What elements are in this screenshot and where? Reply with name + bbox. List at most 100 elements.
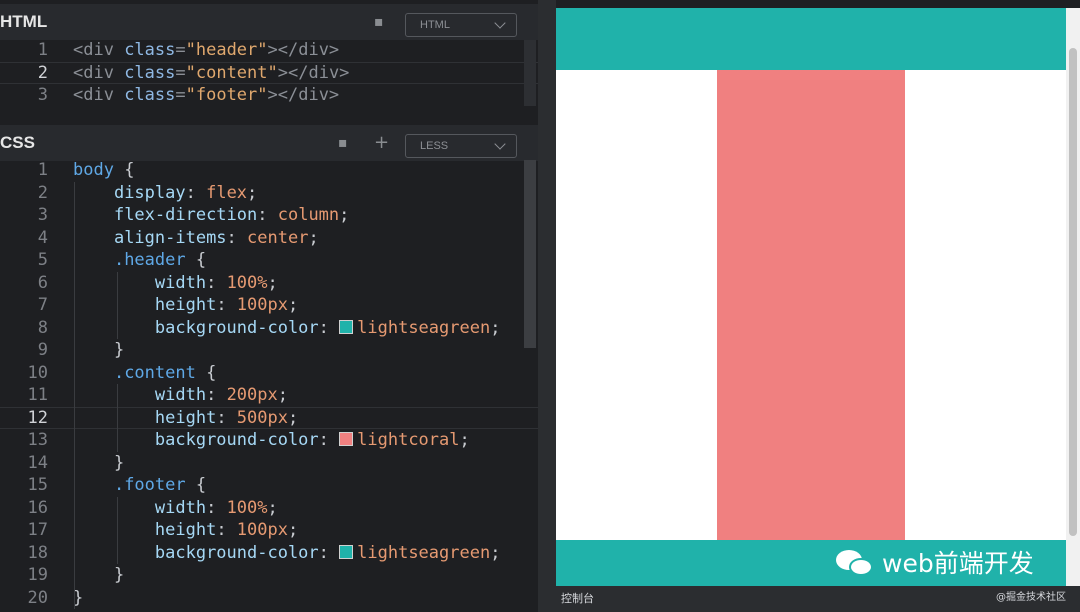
pin-icon[interactable]: ▪: [338, 135, 348, 151]
code-token: 100%: [226, 497, 268, 518]
code-text: width: 200px;: [73, 384, 288, 407]
code-token: column: [277, 205, 340, 225]
html-mode-select[interactable]: HTML: [405, 13, 517, 37]
add-icon[interactable]: +: [374, 132, 389, 153]
code-token: width: [154, 497, 207, 518]
code-line[interactable]: 1 <div class="header"></div>: [0, 39, 538, 62]
code-line[interactable]: 10 .content {: [0, 362, 538, 385]
console-label: 控制台: [561, 592, 594, 605]
code-text: align-items: center;: [73, 227, 319, 250]
code-token: display: [113, 182, 186, 203]
console-bar[interactable]: 控制台 @掘金技术社区: [556, 586, 1080, 612]
code-text: body {: [73, 159, 134, 182]
code-token: {: [206, 362, 217, 383]
code-line[interactable]: 13 background-color: lightcoral;: [0, 429, 538, 452]
code-token: "footer": [185, 85, 268, 105]
code-line[interactable]: 17 height: 100px;: [0, 519, 538, 542]
code-line[interactable]: 1 body {: [0, 159, 538, 182]
indent-guide: [117, 496, 118, 564]
preview-content-block: [717, 70, 905, 540]
color-swatch[interactable]: [339, 432, 354, 446]
line-number: 18: [27, 542, 48, 563]
pane-splitter[interactable]: [538, 0, 556, 612]
code-token: :: [185, 182, 207, 203]
code-token: ;: [339, 205, 350, 225]
code-line[interactable]: 8 background-color: lightseagreen;: [0, 317, 538, 340]
code-token: ;: [308, 227, 319, 248]
css-mode-label: LESS: [420, 140, 449, 152]
code-token: {: [195, 475, 207, 495]
code-token: lightseagreen: [357, 542, 491, 563]
preview-header-block: [556, 8, 1066, 70]
line-number: 3: [37, 85, 48, 105]
code-line[interactable]: 7 height: 100px;: [0, 294, 538, 317]
preview-pane: web前端开发: [556, 8, 1080, 586]
code-token: class: [124, 62, 176, 83]
line-number: 7: [37, 295, 48, 315]
watermark-text: web前端开发: [882, 549, 1034, 578]
code-text: background-color: lightseagreen;: [73, 542, 501, 565]
code-line[interactable]: 15 .footer {: [0, 474, 538, 497]
code-line[interactable]: 14 }: [0, 452, 538, 475]
code-token: ;: [459, 430, 470, 450]
html-code-editor[interactable]: 1 <div class="header"></div> 2 <div class="…: [0, 39, 538, 109]
code-line[interactable]: 2 <div class="content"></div>: [0, 62, 538, 85]
code-line[interactable]: 9 }: [0, 339, 538, 362]
code-token: 200px: [226, 385, 278, 405]
code-line[interactable]: 3 <div class="footer"></div>: [0, 84, 538, 107]
editor-pane: HTML ▪ HTML 1 <div class="header"></div> 2…: [0, 0, 538, 612]
code-token: lightcoral: [357, 430, 460, 450]
line-number: 2: [37, 62, 48, 83]
code-line[interactable]: 20}: [0, 587, 538, 610]
code-line[interactable]: 11 width: 200px;: [0, 384, 538, 407]
code-token: body: [73, 160, 125, 180]
line-number: 11: [27, 385, 48, 405]
code-token: =: [175, 85, 186, 105]
line-number: 15: [27, 475, 48, 495]
code-token: 100px: [236, 520, 288, 540]
pin-icon[interactable]: ▪: [374, 14, 384, 30]
code-token: 100%: [226, 272, 268, 293]
code-line[interactable]: 6 width: 100%;: [0, 272, 538, 295]
css-mode-select[interactable]: LESS: [405, 134, 517, 158]
wechat-icon: [836, 548, 876, 578]
code-line[interactable]: 5 .header {: [0, 249, 538, 272]
code-token: =: [175, 40, 186, 60]
code-token: :: [216, 520, 237, 540]
line-number: 1: [37, 40, 48, 60]
code-token: ;: [267, 497, 278, 518]
code-token: width: [154, 385, 207, 405]
color-swatch[interactable]: [339, 544, 354, 559]
code-line[interactable]: 12 height: 500px;: [0, 407, 538, 430]
code-line[interactable]: 3 flex-direction: column;: [0, 204, 538, 227]
code-token: "content": [185, 62, 278, 83]
code-token: align-items: [113, 227, 227, 248]
code-token: flex: [206, 182, 248, 203]
code-token: center: [247, 227, 309, 248]
code-token: :: [216, 407, 237, 428]
code-line[interactable]: 4 align-items: center;: [0, 227, 538, 250]
code-token: .header: [113, 250, 196, 270]
html-scrollbar[interactable]: [524, 40, 536, 106]
code-token: .footer: [113, 475, 196, 495]
code-token: ;: [267, 272, 278, 293]
preview-scrollbar-thumb[interactable]: [1069, 48, 1077, 536]
code-line[interactable]: 2 display: flex;: [0, 182, 538, 205]
code-token: :: [318, 430, 340, 450]
code-line[interactable]: 19 }: [0, 564, 538, 587]
code-text: <div class="header"></div>: [73, 39, 339, 62]
css-scrollbar[interactable]: [524, 160, 536, 348]
code-token: }: [73, 340, 125, 360]
color-swatch[interactable]: [339, 319, 354, 334]
code-line[interactable]: 18 background-color: lightseagreen;: [0, 542, 538, 565]
code-token: :: [318, 542, 340, 563]
code-line[interactable]: 16 width: 100%;: [0, 497, 538, 520]
css-code-editor[interactable]: 1 body {2 display: flex; 3 flex-direction:…: [0, 159, 538, 612]
